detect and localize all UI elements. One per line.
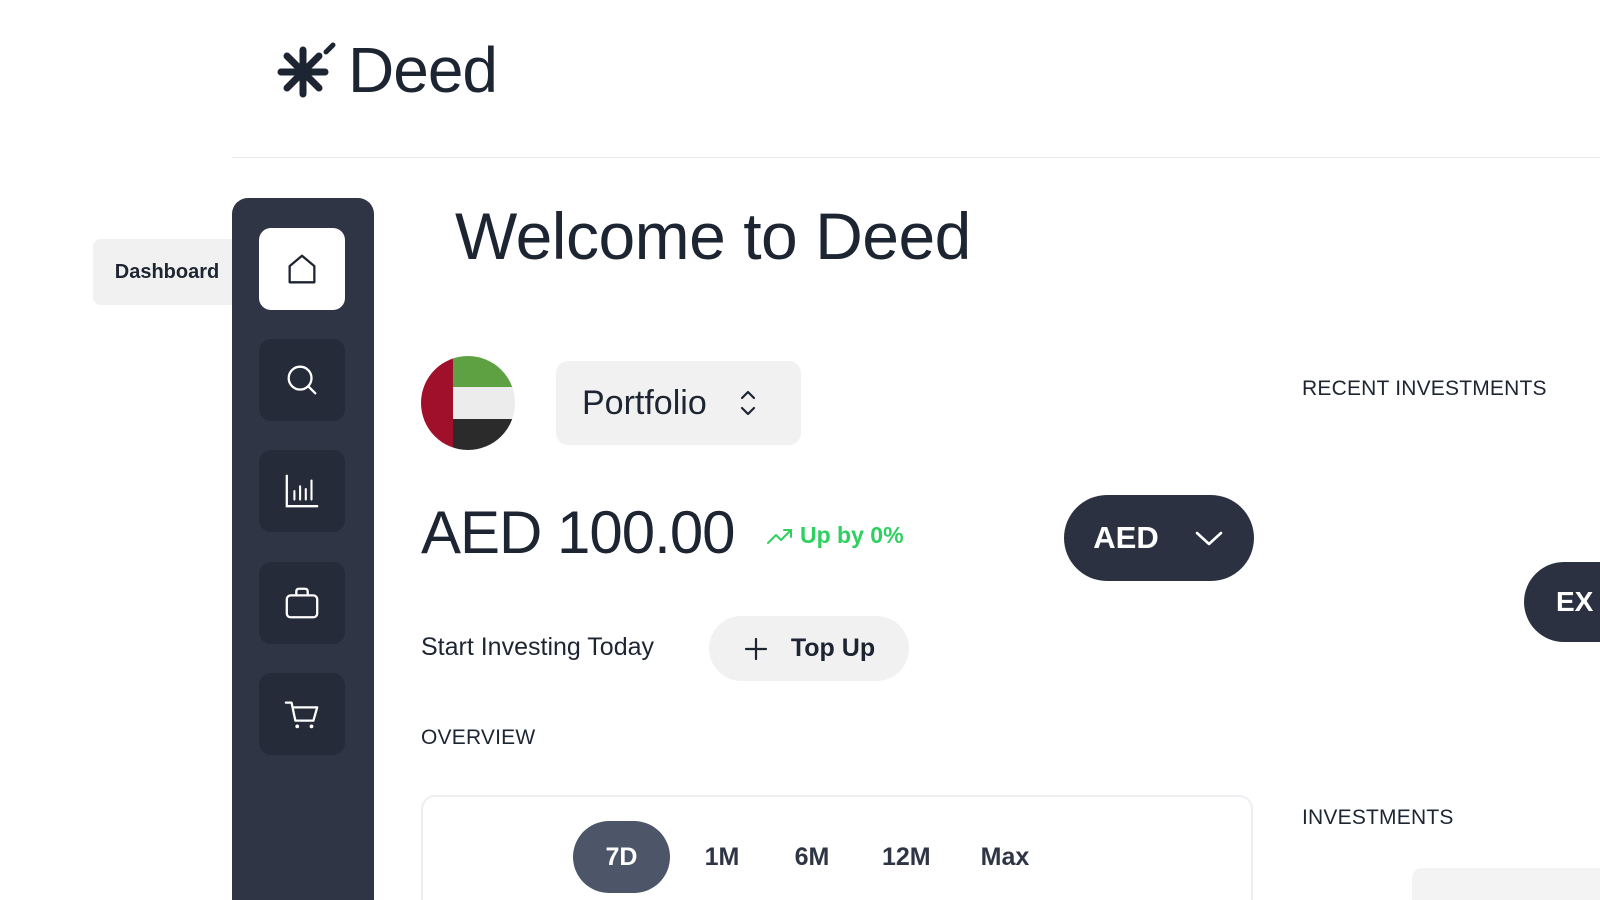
sidebar-item-dashboard[interactable] <box>259 228 345 310</box>
currency-dropdown[interactable]: AED <box>1064 495 1254 581</box>
overview-heading: OVERVIEW <box>421 726 536 749</box>
home-icon <box>288 254 316 284</box>
sidebar <box>232 198 374 900</box>
top-up-button[interactable]: Top Up <box>709 616 909 681</box>
trend-text: Up by 0% <box>800 522 904 548</box>
chevron-down-icon <box>1195 531 1223 546</box>
investment-card[interactable] <box>1412 868 1600 900</box>
briefcase-icon <box>285 587 319 619</box>
range-tabs: 7D 1M 6M 12M Max <box>573 821 1059 893</box>
page-title: Welcome to Deed <box>455 199 971 273</box>
explore-button[interactable]: EX <box>1524 562 1600 642</box>
range-tab-7d[interactable]: 7D <box>573 821 670 893</box>
search-icon <box>287 365 317 395</box>
sidebar-item-portfolio[interactable] <box>259 562 345 644</box>
portfolio-selector[interactable]: Portfolio <box>556 361 801 445</box>
recent-investments-heading: RECENT INVESTMENTS <box>1302 377 1547 400</box>
dashboard-tooltip: Dashboard <box>93 239 241 305</box>
sidebar-item-cart[interactable] <box>259 673 345 755</box>
sidebar-item-analytics[interactable] <box>259 450 345 532</box>
trend-indicator: Up by 0% <box>766 522 904 549</box>
start-investing-text: Start Investing Today <box>421 633 655 661</box>
portfolio-selector-label: Portfolio <box>582 383 707 422</box>
uae-flag-avatar <box>421 356 515 450</box>
range-tab-1m[interactable]: 1M <box>682 821 762 893</box>
cart-icon <box>284 701 319 729</box>
range-tab-max[interactable]: Max <box>961 821 1050 893</box>
range-tab-6m[interactable]: 6M <box>772 821 852 893</box>
top-up-label: Top Up <box>790 634 876 662</box>
range-tab-12m[interactable]: 12M <box>862 821 951 893</box>
brand-name: Deed <box>348 34 498 106</box>
trending-up-icon <box>767 528 792 544</box>
plus-icon <box>744 637 767 660</box>
portfolio-balance: AED 100.00 <box>421 499 736 566</box>
brand-logo[interactable]: Deed <box>276 34 498 106</box>
sidebar-item-search[interactable] <box>259 339 345 421</box>
currency-label: AED <box>1093 520 1159 555</box>
deed-logo-icon <box>277 42 336 98</box>
chevron-up-down-icon <box>740 390 755 416</box>
investments-heading: INVESTMENTS <box>1302 806 1454 829</box>
header-divider <box>232 157 1600 158</box>
bar-chart-icon <box>285 474 319 508</box>
overview-chart-card: 7D 1M 6M 12M Max <box>421 795 1253 900</box>
